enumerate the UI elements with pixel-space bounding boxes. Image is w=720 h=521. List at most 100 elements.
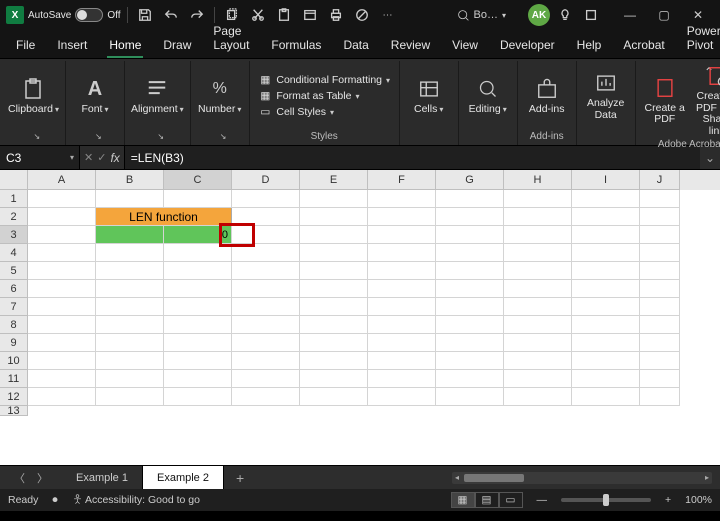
worksheet-grid[interactable]: A B C D E F G H I J 1 2 3 4 5 6 7 8 9 10… [0,170,720,465]
col-header[interactable]: G [436,170,504,190]
cell-styles-button[interactable]: ▭Cell Styles▾ [258,105,390,119]
toggle-switch[interactable] [75,8,103,22]
maximize-button[interactable]: ▢ [648,3,680,27]
row-header[interactable]: 11 [0,370,28,388]
normal-view-icon[interactable]: ▦ [451,492,475,508]
print-icon[interactable] [325,4,347,26]
col-header[interactable]: J [640,170,680,190]
tab-acrobat[interactable]: Acrobat [613,34,674,58]
overflow-icon[interactable]: ⋯ [377,4,399,26]
row-header[interactable]: 1 [0,190,28,208]
page-break-view-icon[interactable]: ▭ [499,492,523,508]
tab-review[interactable]: Review [381,34,440,58]
no-border-icon[interactable] [351,4,373,26]
conditional-formatting-button[interactable]: ▦Conditional Formatting▾ [258,73,390,87]
row-headers[interactable]: 1 2 3 4 5 6 7 8 9 10 11 12 13 [0,190,28,416]
page-layout-view-icon[interactable]: ▤ [475,492,499,508]
row-header[interactable]: 8 [0,316,28,334]
tab-power-pivot[interactable]: Power Pivot [677,20,720,58]
tab-formulas[interactable]: Formulas [261,34,331,58]
addins-button[interactable]: Add-ins [524,76,570,116]
col-header[interactable]: E [300,170,368,190]
autosave-label: AutoSave [28,10,71,21]
editing-button[interactable]: Editing▾ [465,76,511,116]
cells-button[interactable]: Cells▾ [406,76,452,116]
row-header[interactable]: 6 [0,280,28,298]
cell-b3[interactable] [96,226,164,244]
search-box[interactable]: Bo… ▾ [457,9,506,22]
view-mode-buttons[interactable]: ▦ ▤ ▭ [451,492,523,508]
sheet-prev-icon[interactable]: 〈 [14,470,25,486]
sheet-next-icon[interactable]: 〉 [37,470,48,486]
name-box[interactable]: C3▾ [0,146,80,169]
lightbulb-icon[interactable] [554,4,576,26]
minimize-button[interactable]: ― [614,3,646,27]
row-header[interactable]: 12 [0,388,28,406]
col-header[interactable]: F [368,170,436,190]
add-sheet-button[interactable]: + [224,470,256,486]
formula-input[interactable]: =LEN(B3) [125,146,700,169]
row-header[interactable]: 9 [0,334,28,352]
analyze-data-button[interactable]: Analyze Data [583,70,629,121]
zoom-in-icon[interactable]: + [665,494,671,506]
cell-c3[interactable]: 0 [164,226,232,244]
help-icon[interactable] [580,4,602,26]
col-header[interactable]: D [232,170,300,190]
sheet-tab-example1[interactable]: Example 1 [62,466,143,489]
excel-logo-icon: X [6,6,24,24]
accessibility-status[interactable]: Accessibility: Good to go [72,494,200,506]
col-header[interactable]: B [96,170,164,190]
group-styles: ▦Conditional Formatting▾ ▦Format as Tabl… [250,61,400,145]
ribbon: ⌃ Clipboard▾ ↘ A Font▾ ↘ Alignment▾ ↘ [0,58,720,146]
tab-file[interactable]: File [6,34,45,58]
macro-record-icon[interactable]: ⏺ [52,494,57,507]
autosave-toggle[interactable]: AutoSave Off [28,8,121,22]
group-alignment: Alignment▾ ↘ [125,61,191,145]
col-header[interactable]: A [28,170,96,190]
create-pdf-share-button[interactable]: Create a PDF and Share link [694,63,720,137]
format-as-table-button[interactable]: ▦Format as Table▾ [258,89,390,103]
user-avatar[interactable]: AK [528,4,550,26]
undo-icon[interactable] [160,4,182,26]
col-header[interactable]: C [164,170,232,190]
cancel-formula-icon[interactable]: ✕ [84,151,93,164]
tab-view[interactable]: View [442,34,488,58]
new-sheet-icon[interactable] [299,4,321,26]
group-adobe: Create a PDF Create a PDF and Share link… [636,61,720,145]
col-header[interactable]: H [504,170,572,190]
zoom-slider[interactable] [561,498,651,502]
tab-help[interactable]: Help [567,34,612,58]
col-header[interactable]: I [572,170,640,190]
alignment-button[interactable]: Alignment▾ [131,76,184,116]
clipboard-button[interactable]: Clipboard▾ [8,76,59,116]
tab-insert[interactable]: Insert [47,34,97,58]
horizontal-scrollbar[interactable]: ◂▸ [452,472,712,484]
sheet-tab-example2[interactable]: Example 2 [143,466,224,489]
row-header[interactable]: 5 [0,262,28,280]
tab-page-layout[interactable]: Page Layout [203,20,259,58]
zoom-level[interactable]: 100% [685,494,712,506]
row-header[interactable]: 13 [0,406,28,416]
fx-icon[interactable]: fx [110,151,119,165]
row-header[interactable]: 3 [0,226,28,244]
column-headers[interactable]: A B C D E F G H I J [28,170,720,190]
zoom-out-icon[interactable]: ― [537,494,548,506]
row-header[interactable]: 4 [0,244,28,262]
cell-b2[interactable]: LEN function [96,208,232,226]
accept-formula-icon[interactable]: ✓ [97,151,106,164]
font-button[interactable]: A Font▾ [72,76,118,116]
tab-home[interactable]: Home [99,34,151,58]
create-pdf-button[interactable]: Create a PDF [642,75,688,126]
number-button[interactable]: % Number▾ [197,76,243,116]
select-all-corner[interactable] [0,170,28,190]
row-header[interactable]: 10 [0,352,28,370]
tab-data[interactable]: Data [333,34,378,58]
paste-icon[interactable] [273,4,295,26]
status-bar: Ready ⏺ Accessibility: Good to go ▦ ▤ ▭ … [0,489,720,511]
status-ready: Ready [8,494,38,506]
tab-draw[interactable]: Draw [153,34,201,58]
tab-developer[interactable]: Developer [490,34,565,58]
save-icon[interactable] [134,4,156,26]
row-header[interactable]: 7 [0,298,28,316]
row-header[interactable]: 2 [0,208,28,226]
